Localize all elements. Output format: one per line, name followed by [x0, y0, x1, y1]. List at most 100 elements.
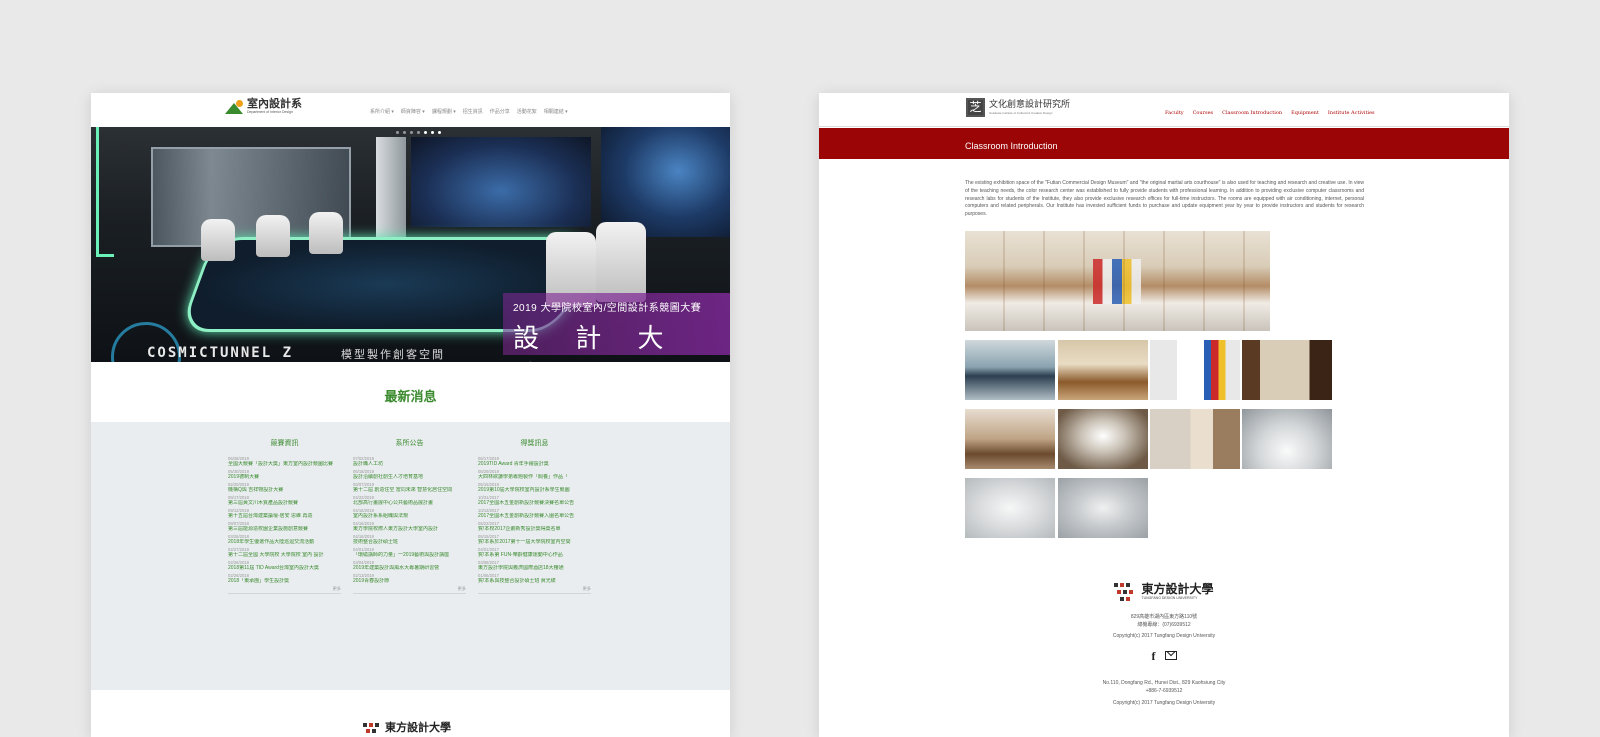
news-item[interactable]: 06/18/2019 設計沿續創社創生人才培育基地	[353, 469, 466, 481]
news-item[interactable]: 02/13/2019 2019青春設計節	[353, 573, 466, 585]
carousel-dot[interactable]	[410, 131, 413, 134]
news-link[interactable]: 2019TID Award 青年手繪設計獎	[478, 461, 591, 468]
news-link[interactable]: 設計沿續創社創生人才培育基地	[353, 474, 466, 481]
footer-logo[interactable]: 東方設計大學 TUNGFANG DESIGN UNIVERSITY	[819, 581, 1509, 603]
news-item[interactable]: 04/16/2019 東方學院校際人東方設計大學室內設計	[353, 521, 466, 533]
gallery-thumbnail[interactable]	[1242, 340, 1332, 400]
news-link[interactable]: 2019青春設計節	[353, 578, 466, 585]
hero-carousel[interactable]: COSMICTUNNEL Z 模型製作創客空間 2019 大學院校室內/空間設計…	[91, 127, 730, 362]
gallery-thumbnail[interactable]	[1058, 478, 1148, 538]
news-item[interactable]: 05/29/2019 大四林欲謙學弟專題製作「飼養」作品「	[478, 469, 591, 481]
news-link[interactable]: 2018「東承團」學生設計獎	[228, 578, 341, 585]
gallery-thumbnail[interactable]	[1058, 340, 1148, 400]
news-link[interactable]: 2017全國木五金創新設計競賽入圍名單公告	[478, 513, 591, 520]
gallery-thumbnail[interactable]	[1150, 340, 1240, 400]
news-link[interactable]: 賀!本系於2017第十一屆大學院校室內空間	[478, 539, 591, 546]
news-item[interactable]: 09/17/2018 第三屆黃文川木質產品設計競賽	[228, 495, 341, 507]
news-link[interactable]: 2018第11屆 TID Award台灣室內設計大獎	[228, 565, 341, 572]
news-item[interactable]: 02/26/2018 2018「東承團」學生設計獎	[228, 573, 341, 585]
gallery-thumbnail[interactable]	[1058, 409, 1148, 469]
news-link[interactable]: 室內設計系系組織與法規	[353, 513, 466, 520]
carousel-dot[interactable]	[403, 131, 406, 134]
panorama-photo[interactable]	[965, 231, 1270, 331]
carousel-dot-active[interactable]	[424, 131, 427, 134]
news-column-heading[interactable]: 競賽資訊	[228, 438, 341, 448]
news-link[interactable]: 2017全國木五金創新設計競賽決賽名單公告	[478, 500, 591, 507]
nav-item-equipment[interactable]: Equipment	[1291, 110, 1319, 116]
news-item[interactable]: 06/28/2019 全國大競賽「設計大獎」東方室內設計競圖比賽	[228, 456, 341, 468]
mail-icon[interactable]	[1164, 651, 1177, 660]
news-item[interactable]: 04/16/2019 技術整合設計碩士班	[353, 534, 466, 546]
gallery-thumbnail[interactable]	[965, 409, 1055, 469]
nav-item-faculty[interactable]: Faculty	[1165, 110, 1184, 116]
news-item[interactable]: 04/16/2019 室內設計系系組織與法規	[353, 508, 466, 520]
news-link[interactable]: 第十二屆全國 大學院校 大學院校 室內 設計	[228, 552, 341, 559]
more-link[interactable]: 更多	[353, 586, 466, 594]
news-link[interactable]: 全國大競賽「設計大獎」東方室內設計競圖比賽	[228, 461, 341, 468]
news-item[interactable]: 05/22/2017 賀!本校2017企劃新秀設計獎得獎名單	[478, 521, 591, 533]
nav-item[interactable]: 系所介紹 ▾	[370, 108, 394, 115]
news-item[interactable]: 05/30/2019 2019德制大賽	[228, 469, 341, 481]
news-item[interactable]: 02/27/2018 第十二屆全國 大學院校 大學院校 室內 設計	[228, 547, 341, 559]
news-link[interactable]: 第十二屆 創造住空 當同未來 智慧化居住空間	[353, 487, 466, 494]
news-item[interactable]: 03/08/2017 東方設計學院與義濟國際酒店18大樓通	[478, 560, 591, 572]
site-logo[interactable]: 室內設計系 Department of Interior Design	[225, 98, 302, 115]
nav-item[interactable]: 作品分享	[490, 108, 510, 115]
facebook-icon[interactable]: f	[1152, 649, 1156, 664]
carousel-indicators[interactable]	[396, 131, 441, 134]
nav-item[interactable]: 活動花絮	[517, 108, 537, 115]
news-item[interactable]: 03/26/2018 2018年學生優選作品大陸巡迴交流活動	[228, 534, 341, 546]
news-link[interactable]: 東方學院校際人東方設計大學室內設計	[353, 526, 466, 533]
carousel-dot[interactable]	[417, 131, 420, 134]
news-item[interactable]: 04/01/2019 「環繞講師的力量」一2019藝術與設計講座	[353, 547, 466, 559]
carousel-dot-active[interactable]	[438, 131, 441, 134]
news-column-heading[interactable]: 得獎訊息	[478, 438, 591, 448]
news-item[interactable]: 04/01/2017 賀!本系第 FUN-樂齡健康運動中心作品	[478, 547, 591, 559]
news-link[interactable]: 大四林欲謙學弟專題製作「飼養」作品「	[478, 474, 591, 481]
news-item[interactable]: 03/04/2019 2019年建築設計與風水大專暑期研習營	[353, 560, 466, 572]
news-item[interactable]: 09/07/2018 第三屆能源造校園企業設施創意競賽	[228, 521, 341, 533]
news-link[interactable]: 賀!本校2017企劃新秀設計獎得獎名單	[478, 526, 591, 533]
news-item[interactable]: 10/31/2017 2017全國木五金創新設計競賽決賽名單公告	[478, 495, 591, 507]
more-link[interactable]: 更多	[478, 586, 591, 594]
news-column-heading[interactable]: 系所公告	[353, 438, 466, 448]
news-item[interactable]: 01/06/2017 賀!本系與技整合設計碩士班 眞光碟	[478, 573, 591, 585]
news-item[interactable]: 07/02/2019 設計職人工坊	[353, 456, 466, 468]
footer-logo[interactable]: 東方設計大學	[363, 719, 451, 735]
news-item[interactable]: 02/20/2019 機構Q與 吉祥物設計大賽	[228, 482, 341, 494]
news-link[interactable]: 賀!本系第 FUN-樂齡健康運動中心作品	[478, 552, 591, 559]
news-item[interactable]: 06/17/2019 2019TID Award 青年手繪設計獎	[478, 456, 591, 468]
news-item[interactable]: 05/07/2019 第十二屆 創造住空 當同未來 智慧化居住空間	[353, 482, 466, 494]
news-link[interactable]: 第三屆能源造校園企業設施創意競賽	[228, 526, 341, 533]
nav-item[interactable]: 相關連結 ▾	[544, 108, 568, 115]
carousel-dot[interactable]	[396, 131, 399, 134]
news-link[interactable]: 北部高行畫展中心公共藝術品展計畫	[353, 500, 466, 507]
gallery-thumbnail[interactable]	[1150, 409, 1240, 469]
news-link[interactable]: 「環繞講師的力量」一2019藝術與設計講座	[353, 552, 466, 559]
gallery-thumbnail[interactable]	[965, 340, 1055, 400]
site-logo[interactable]: 芝 文化創意設計研究所 Graduate Institute of Cultur…	[966, 98, 1070, 117]
nav-item[interactable]: 師資陣容 ▾	[401, 108, 425, 115]
news-link[interactable]: 2019第10屆大學院校室內設計系學生競圖	[478, 487, 591, 494]
news-item[interactable]: 05/15/2019 2019第10屆大學院校室內設計系學生競圖	[478, 482, 591, 494]
news-item[interactable]: 04/22/2019 北部高行畫展中心公共藝術品展計畫	[353, 495, 466, 507]
news-link[interactable]: 技術整合設計碩士班	[353, 539, 466, 546]
gallery-thumbnail[interactable]	[965, 478, 1055, 538]
carousel-dot-active[interactable]	[431, 131, 434, 134]
news-link[interactable]: 第三屆黃文川木質產品設計競賽	[228, 500, 341, 507]
news-link[interactable]: 第十五屆台灣建築論壇-居安 思維 再造	[228, 513, 341, 520]
news-link[interactable]: 設計職人工坊	[353, 461, 466, 468]
news-link[interactable]: 機構Q與 吉祥物設計大賽	[228, 487, 341, 494]
nav-item[interactable]: 招生資訊	[463, 108, 483, 115]
news-link[interactable]: 2019德制大賽	[228, 474, 341, 481]
news-link[interactable]: 賀!本系與技整合設計碩士班 眞光碟	[478, 578, 591, 585]
news-item[interactable]: 10/13/2017 2017全國木五金創新設計競賽入圍名單公告	[478, 508, 591, 520]
nav-item[interactable]: 課程規劃 ▾	[432, 108, 456, 115]
news-link[interactable]: 東方設計學院與義濟國際酒店18大樓通	[478, 565, 591, 572]
news-item[interactable]: 05/15/2017 賀!本系於2017第十一屆大學院校室內空間	[478, 534, 591, 546]
news-link[interactable]: 2019年建築設計與風水大專暑期研習營	[353, 565, 466, 572]
news-item[interactable]: 09/12/2018 第十五屆台灣建築論壇-居安 思維 再造	[228, 508, 341, 520]
nav-item-courses[interactable]: Courses	[1193, 110, 1214, 116]
news-item[interactable]: 02/26/2018 2018第11屆 TID Award台灣室內設計大獎	[228, 560, 341, 572]
more-link[interactable]: 更多	[228, 586, 341, 594]
